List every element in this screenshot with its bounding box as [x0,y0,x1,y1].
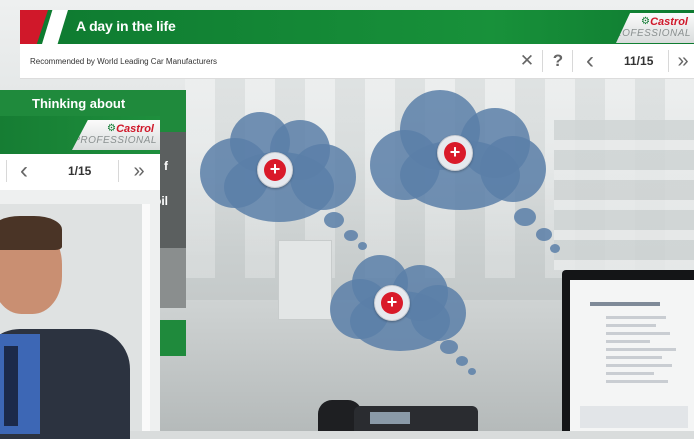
castrol-professional-logo: ⚙ Castrol PROFESSIONAL [616,13,694,43]
castrol-emblem-icon: ⚙ [107,123,116,134]
workshop-door [278,240,332,320]
thought-bubble-dot [536,228,552,241]
castrol-emblem-icon: ⚙ [641,16,650,27]
toolbar-separator [668,50,669,72]
presenter-tie [4,346,18,426]
presenter-photo [0,204,150,439]
logo-brand: Castrol [650,16,688,28]
hotspot-plus-button[interactable]: + [257,152,293,188]
tagline: Recommended by World Leading Car Manufac… [30,57,218,66]
hotspot-plus-button[interactable]: + [374,285,410,321]
computer-monitor [562,270,694,431]
toolbar-separator [542,50,543,72]
main-title-bar: A day in the life ⚙ Castrol PROFESSIONAL [20,10,694,44]
thought-bubble-dot [344,230,358,241]
thought-bubble-dot [468,368,476,375]
thought-cloud-left: + [200,108,360,228]
phone-screen [370,412,410,424]
next-page-button[interactable]: » [672,49,694,73]
close-button[interactable]: ✕ [514,49,540,73]
logo-sub: PROFESSIONAL [73,135,157,146]
hotspot-plus-button[interactable]: + [437,135,473,171]
secondary-toolbar: ‹ 1/15 » [0,154,160,191]
thought-bubble-dot [358,242,367,250]
plus-icon: + [381,292,403,314]
castrol-professional-logo: ⚙ Castrol PROFESSIONAL [72,120,160,150]
thought-bubble-dot [440,340,458,354]
thought-bubble-dot [324,212,344,228]
monitor-text-line [606,364,672,367]
secondary-title-bar: ⚙ Castrol PROFESSIONAL [0,116,160,154]
previous-page-button[interactable]: ‹ [12,159,36,183]
previous-page-button[interactable]: ‹ [578,49,602,73]
monitor-text-line [606,380,668,383]
monitor-screen-heading [590,302,660,306]
secondary-window: ⚙ Castrol PROFESSIONAL ‹ 1/15 » [0,116,160,439]
monitor-text-line [606,348,676,351]
monitor-text-line [606,356,662,359]
main-toolbar: Recommended by World Leading Car Manufac… [20,44,694,79]
logo-brand: Castrol [116,123,154,135]
side-menu-item-fragment[interactable]: f [164,159,168,173]
monitor-table-block [580,406,688,428]
page-indicator: 11/15 [624,54,654,68]
monitor-text-line [606,316,666,319]
main-window: A day in the life ⚙ Castrol PROFESSIONAL… [20,10,694,79]
side-menu-heading: Thinking about [32,96,126,111]
help-button[interactable]: ? [546,49,570,73]
presenter-hair [0,216,62,250]
plus-icon: + [444,142,466,164]
monitor-screen [570,280,694,431]
plus-icon: + [264,159,286,181]
thought-cloud-right: + [370,90,550,220]
desk-phone [318,392,478,431]
toolbar-separator [118,160,119,182]
monitor-text-line [606,324,656,327]
monitor-text-line [606,340,650,343]
monitor-text-line [606,372,654,375]
page-indicator: 1/15 [68,164,92,178]
toolbar-separator [6,160,7,182]
monitor-text-line [606,332,670,335]
workshop-shelf [554,120,694,270]
logo-sub: PROFESSIONAL [607,28,691,39]
thought-bubble-dot [550,244,560,253]
presenter-photo-area [0,190,160,439]
thought-bubble-dot [456,356,468,366]
next-page-button[interactable]: » [126,159,152,183]
thought-bubble-dot [514,208,536,226]
main-window-title: A day in the life [76,18,176,34]
toolbar-separator [572,50,573,72]
